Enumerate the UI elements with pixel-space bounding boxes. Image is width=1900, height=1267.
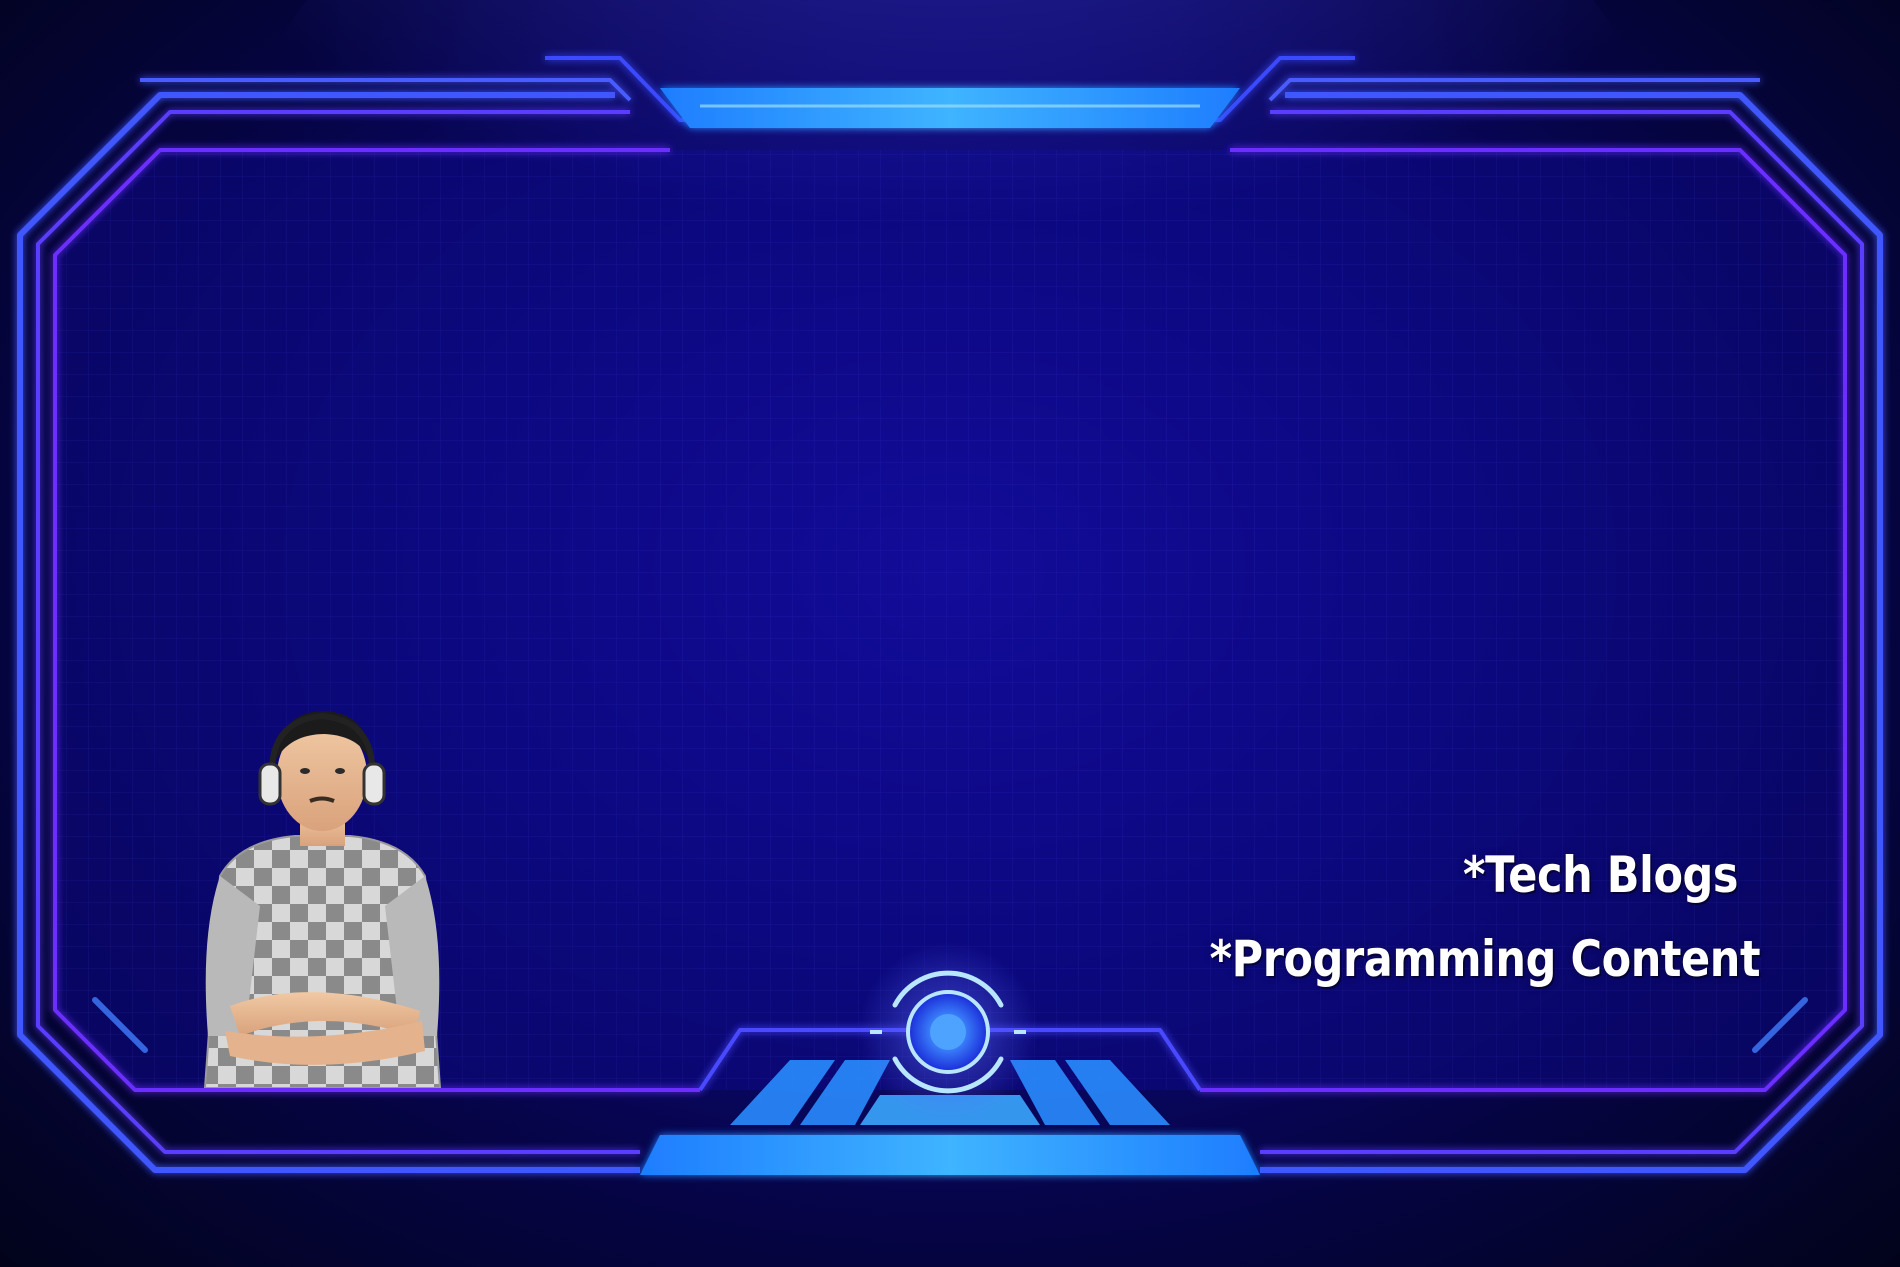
portrait-image [203, 711, 442, 1088]
center-emblem-icon [858, 942, 1038, 1122]
overlay-canvas: *Tech Blogs *Programming Content [0, 0, 1900, 1267]
tagline-programming-content: *Programming Content [1209, 930, 1761, 988]
tagline-tech-blogs: *Tech Blogs [1462, 846, 1738, 904]
tagline-block: *Tech Blogs *Programming Content [1120, 846, 1761, 988]
bottom-accent-bar [640, 1135, 1260, 1175]
top-accent-bar [660, 88, 1240, 128]
